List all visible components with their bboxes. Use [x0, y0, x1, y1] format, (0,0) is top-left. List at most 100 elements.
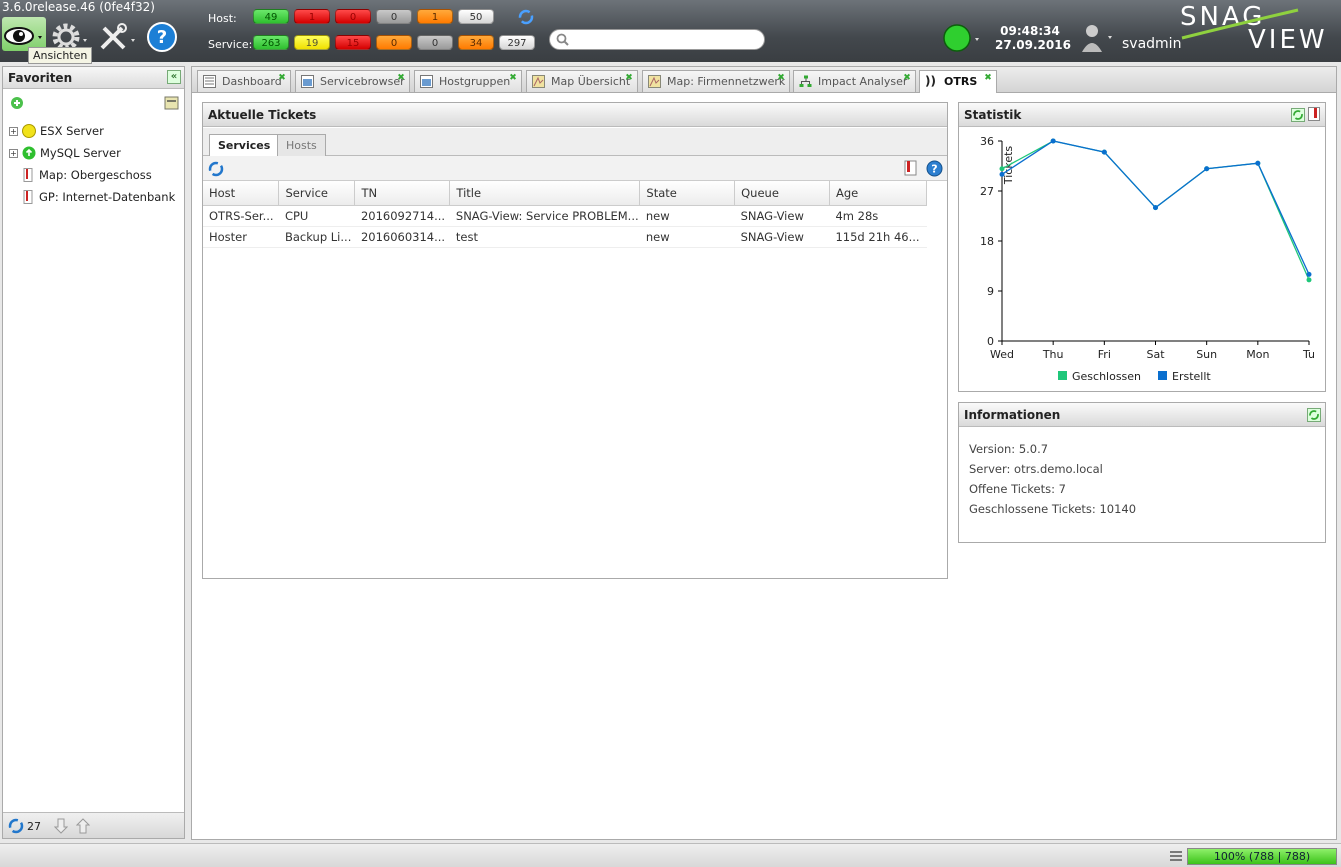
column-header-state[interactable]: State: [639, 181, 736, 206]
host-unreachable-count[interactable]: 0: [335, 9, 371, 24]
help-icon[interactable]: ?: [926, 160, 943, 177]
statistik-title: Statistik: [964, 108, 1022, 122]
column-header-queue[interactable]: Queue: [734, 181, 830, 206]
table-row[interactable]: Hoster Backup Li... 2016060314... test n…: [203, 226, 927, 248]
favorite-label: ESX Server: [40, 124, 104, 138]
user-menu-button[interactable]: [1080, 22, 1116, 54]
legend-label-erstellt: Erstellt: [1172, 370, 1211, 383]
tickets-toolbar: ?: [203, 156, 947, 181]
move-up-icon[interactable]: [76, 818, 90, 834]
cell-host: Hoster: [203, 226, 279, 248]
statistik-panel: Statistik 0 9 18 27 36 Wed Thu Fri Sat Sun Mon Tu Ti…: [958, 102, 1326, 392]
info-version: Version: 5.0.7: [969, 442, 1049, 456]
tab-map-uebersicht[interactable]: Map Übersicht ✖: [526, 70, 638, 92]
tab-label: Map Übersicht: [551, 75, 631, 88]
column-header-host[interactable]: Host: [203, 181, 280, 206]
archive-button[interactable]: [164, 96, 179, 110]
ok-status-icon: [22, 146, 36, 160]
informationen-header: Informationen: [959, 403, 1325, 427]
tools-button[interactable]: [98, 20, 135, 54]
favorites-count: 27: [27, 820, 41, 833]
data-point-erstellt: [1153, 205, 1158, 211]
load-progress-bar: 100% (788 | 788): [1187, 848, 1337, 865]
cell-queue: SNAG-View: [734, 205, 830, 227]
favorite-map-obergeschoss[interactable]: Map: Obergeschoss: [21, 168, 152, 182]
subtab-services[interactable]: Services: [209, 134, 280, 156]
column-header-service[interactable]: Service: [278, 181, 356, 206]
close-tab-icon[interactable]: ✖: [508, 74, 518, 84]
map-icon: [648, 75, 661, 88]
favorite-mysql-server[interactable]: + MySQL Server: [9, 146, 121, 160]
service-pending-count[interactable]: 0: [417, 35, 453, 50]
info-closed-tickets: Geschlossene Tickets: 10140: [969, 502, 1137, 516]
logo-swoosh: [1181, 8, 1299, 40]
list-icon[interactable]: [1169, 849, 1183, 863]
close-tab-icon[interactable]: ✖: [396, 74, 406, 84]
close-tab-icon[interactable]: ✖: [902, 74, 912, 84]
column-header-tn[interactable]: TN: [354, 181, 451, 206]
service-warning-count[interactable]: 19: [294, 35, 330, 50]
tools-icon: [100, 23, 135, 50]
service-unknown-count[interactable]: 0: [376, 35, 412, 50]
favorite-gp-internet-datenbank[interactable]: GP: Internet-Datenbank: [21, 190, 175, 204]
archive-icon: [164, 96, 179, 110]
favorite-esx-server[interactable]: + ESX Server: [9, 124, 104, 138]
cell-queue: SNAG-View: [734, 226, 830, 248]
tab-dashboard[interactable]: Dashboard ✖: [197, 70, 291, 92]
search-field[interactable]: [549, 29, 765, 50]
collapse-panel-button[interactable]: «: [167, 70, 181, 84]
data-point-erstellt: [1101, 149, 1107, 155]
help-button[interactable]: ?: [146, 20, 180, 54]
data-point-erstellt: [1306, 271, 1312, 277]
bookmark-icon[interactable]: [1308, 107, 1321, 122]
service-status-label: Service:: [208, 38, 253, 51]
cell-state: new: [639, 205, 735, 227]
service-total-count[interactable]: 297: [499, 35, 535, 50]
service-ok-count[interactable]: 263: [253, 35, 289, 50]
subtab-hosts[interactable]: Hosts: [277, 134, 326, 156]
column-header-title[interactable]: Title: [449, 181, 641, 206]
close-tab-icon[interactable]: ✖: [624, 74, 634, 84]
move-down-icon[interactable]: [54, 818, 68, 834]
search-input[interactable]: [574, 32, 759, 47]
cell-tn: 2016060314...: [354, 226, 450, 248]
close-tab-icon[interactable]: ✖: [277, 74, 287, 84]
tab-otrs[interactable]: )) OTRS ✖: [919, 70, 997, 93]
legend-swatch-erstellt: [1158, 371, 1167, 380]
refresh-status-button[interactable]: [517, 9, 535, 25]
expand-icon[interactable]: +: [9, 126, 18, 136]
add-favorite-button[interactable]: [10, 96, 24, 110]
host-problem-count[interactable]: 1: [417, 9, 453, 24]
tab-hostgruppen[interactable]: Hostgruppen ✖: [414, 70, 522, 92]
refresh-icon[interactable]: [1307, 408, 1321, 422]
help-icon: ?: [147, 22, 177, 52]
clock: 09:48:34 27.09.2016: [995, 24, 1071, 52]
host-total-count[interactable]: 50: [458, 9, 494, 24]
tab-map-firmennetzwerk[interactable]: Map: Firmennetzwerk ✖: [642, 70, 790, 92]
views-button[interactable]: [2, 17, 46, 51]
host-down-count[interactable]: 1: [294, 9, 330, 24]
host-up-count[interactable]: 49: [253, 9, 289, 24]
refresh-icon[interactable]: [8, 818, 24, 834]
system-status-button[interactable]: [943, 24, 981, 52]
close-tab-icon[interactable]: ✖: [983, 74, 993, 84]
top-toolbar: 3.6.0release.46 (0fe4f32) Ansichten ? Ho…: [0, 0, 1341, 64]
service-critical-count[interactable]: 15: [335, 35, 371, 50]
x-tick-label: Wed: [990, 348, 1014, 361]
bookmark-icon[interactable]: [904, 160, 918, 176]
service-problem-count[interactable]: 34: [458, 35, 494, 50]
data-point-erstellt: [1255, 160, 1261, 166]
x-tick-label: Mon: [1246, 348, 1269, 361]
tab-impact-analyser[interactable]: Impact Analyser ✖: [793, 70, 916, 92]
views-tooltip: Ansichten: [28, 47, 93, 64]
tab-label: OTRS: [944, 75, 978, 88]
tab-servicebrowser[interactable]: Servicebrowser ✖: [295, 70, 410, 92]
snagview-logo: SNAG VIEW: [1178, 2, 1333, 55]
table-row[interactable]: OTRS-Ser... CPU 2016092714... SNAG-View:…: [203, 205, 927, 227]
close-tab-icon[interactable]: ✖: [776, 74, 786, 84]
refresh-icon[interactable]: [208, 161, 224, 177]
host-pending-count[interactable]: 0: [376, 9, 412, 24]
expand-icon[interactable]: +: [9, 148, 18, 158]
refresh-icon[interactable]: [1291, 108, 1305, 122]
column-header-age[interactable]: Age: [829, 181, 928, 206]
